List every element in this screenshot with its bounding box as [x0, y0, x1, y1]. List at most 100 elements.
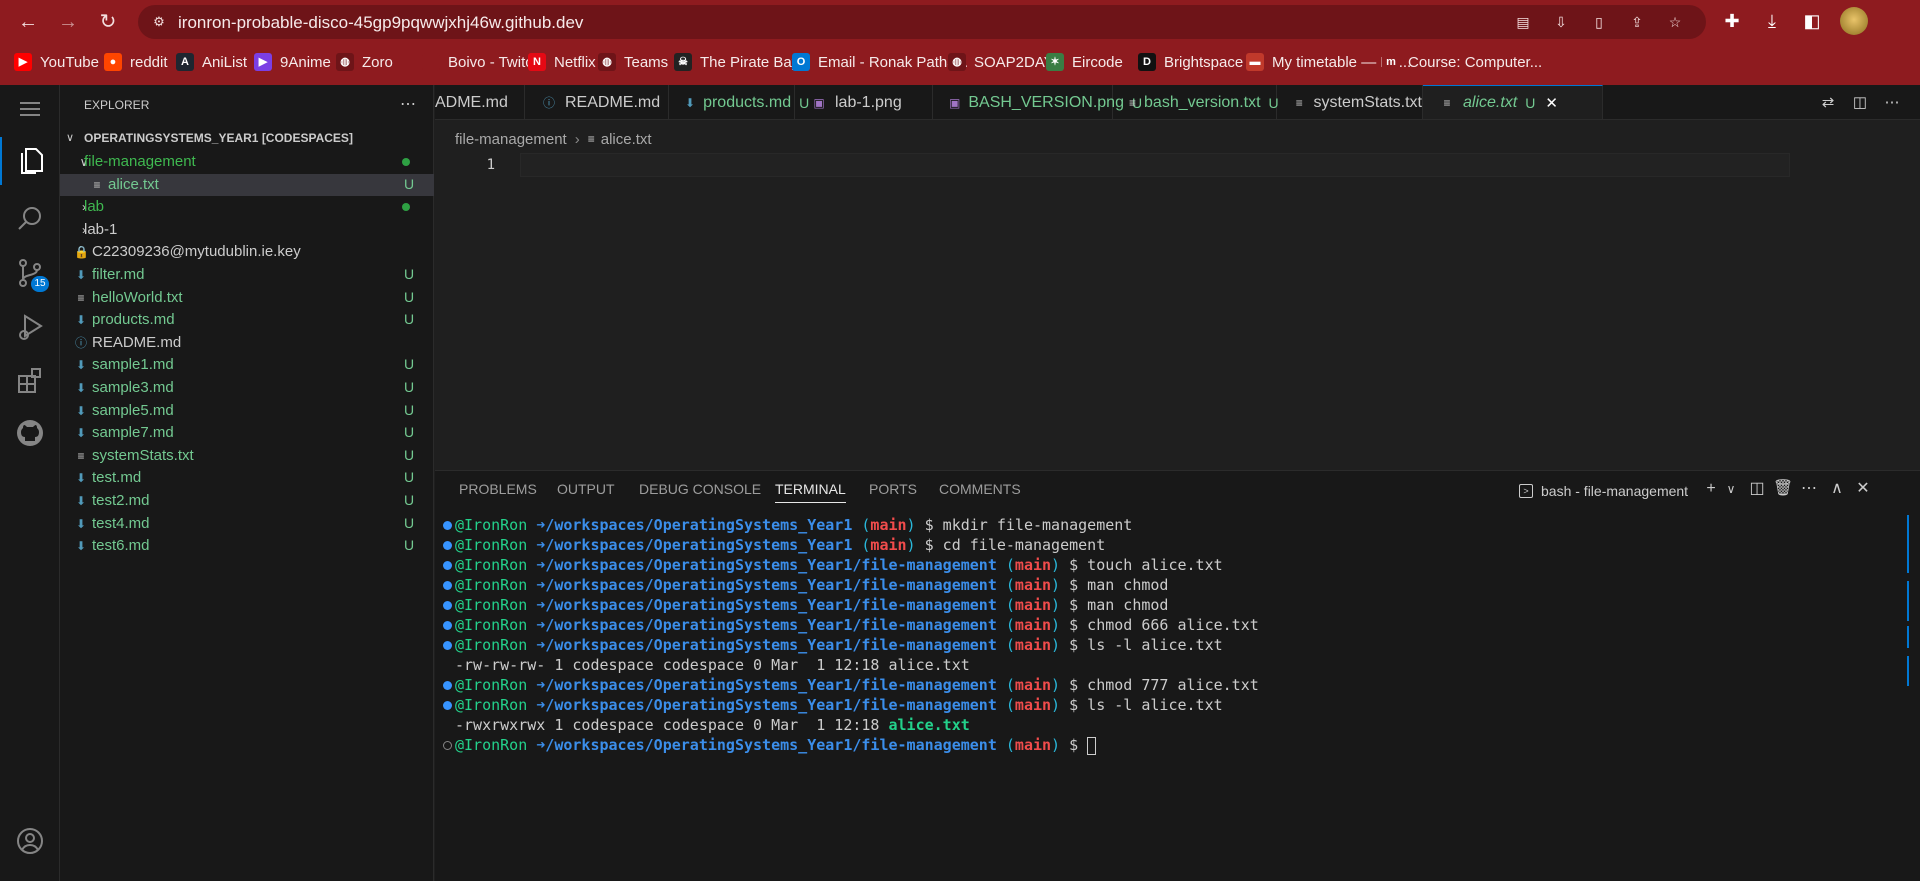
- tree-file[interactable]: ⬇ sample1.md U: [60, 354, 434, 376]
- command-decoration-icon[interactable]: [443, 561, 452, 570]
- tree-file[interactable]: ≡ alice.txt U: [60, 173, 434, 196]
- tree-folder[interactable]: › lab: [60, 196, 434, 218]
- panel-more-icon[interactable]: ⋯: [1797, 477, 1821, 501]
- bookmark-item[interactable]: D Brightspace: [1138, 50, 1243, 74]
- bookmark-star-icon[interactable]: ☆: [1666, 13, 1684, 31]
- github-icon[interactable]: [0, 409, 60, 457]
- breadcrumb-folder[interactable]: file-management: [455, 131, 567, 148]
- page-icon[interactable]: ▯: [1590, 13, 1608, 31]
- tree-file[interactable]: ≡ helloWorld.txt U: [60, 287, 434, 309]
- editor-tab[interactable]: ≡ bash_version.txt U: [1113, 85, 1279, 119]
- command-decoration-icon[interactable]: [443, 741, 452, 750]
- bookmark-item[interactable]: ◍ SOAP2DAY: [948, 50, 1054, 74]
- terminal-command: ls -l alice.txt: [1087, 636, 1223, 654]
- bookmark-label: Brightspace: [1164, 53, 1244, 71]
- command-decoration-icon[interactable]: [443, 601, 452, 610]
- bookmark-item[interactable]: m Course: Computer...: [1382, 50, 1542, 74]
- editor-current-line[interactable]: [520, 153, 1790, 177]
- panel-tab-ports[interactable]: PORTS: [869, 481, 917, 503]
- editor-tab[interactable]: ▣ BASH_VERSION.png U: [933, 85, 1142, 119]
- tree-file[interactable]: ⓘ README.md: [60, 332, 434, 354]
- tree-file[interactable]: ⬇ test2.md U: [60, 490, 434, 512]
- more-actions-icon[interactable]: ⋯: [394, 91, 422, 119]
- editor-tab[interactable]: ≡ systemStats.txt: [1277, 85, 1423, 119]
- editor-tab[interactable]: ▣ lab-1.png: [795, 85, 933, 119]
- search-icon[interactable]: [0, 195, 60, 243]
- extensions-icon[interactable]: [0, 357, 60, 405]
- editor-tab[interactable]: ADME.md: [435, 85, 525, 119]
- bookmark-item[interactable]: Boivo - Twitch: [422, 50, 541, 74]
- extensions-icon[interactable]: ✚: [1720, 9, 1744, 33]
- maximize-panel-icon[interactable]: ∧: [1825, 477, 1849, 501]
- panel-tab-output[interactable]: OUTPUT: [557, 481, 615, 503]
- terminal-output[interactable]: @IronRon ➜/workspaces/OperatingSystems_Y…: [443, 515, 1895, 875]
- tree-file[interactable]: 🔒 C22309236@mytudublin.ie.key: [60, 241, 434, 263]
- bookmark-item[interactable]: ◍ Zoro: [336, 50, 393, 74]
- chevron-down-icon[interactable]: ∨: [1719, 477, 1743, 501]
- source-control-icon[interactable]: 15: [0, 249, 60, 297]
- bookmark-item[interactable]: ▶ YouTube: [14, 50, 99, 74]
- bookmark-item[interactable]: ● reddit: [104, 50, 168, 74]
- command-decoration-icon[interactable]: [443, 621, 452, 630]
- panel-tab-debug-console[interactable]: DEBUG CONSOLE: [639, 481, 761, 503]
- command-decoration-icon[interactable]: [443, 641, 452, 650]
- clipboard-icon[interactable]: ▤: [1514, 13, 1532, 31]
- split-editor-icon[interactable]: ◫: [1849, 92, 1871, 114]
- tree-file[interactable]: ≡ systemStats.txt U: [60, 445, 434, 467]
- command-decoration-icon[interactable]: [443, 681, 452, 690]
- editor-tab[interactable]: ≡ alice.txt U ✕: [1423, 85, 1603, 119]
- install-app-icon[interactable]: ⇩: [1552, 13, 1570, 31]
- tree-folder[interactable]: ∨ file-management: [60, 151, 434, 173]
- editor-more-icon[interactable]: ⋯: [1881, 92, 1903, 114]
- url-text[interactable]: ironron-probable-disco-45gp9pqwwjxhj46w.…: [178, 13, 583, 33]
- tree-file[interactable]: ⬇ test6.md U: [60, 535, 434, 557]
- bookmark-item[interactable]: ◍ Teams: [598, 50, 668, 74]
- side-panel-icon[interactable]: ◧: [1800, 9, 1824, 33]
- panel-tab-problems[interactable]: PROBLEMS: [459, 481, 537, 503]
- breadcrumb-file[interactable]: alice.txt: [601, 131, 652, 148]
- panel-tab-terminal[interactable]: TERMINAL: [775, 481, 846, 503]
- close-icon[interactable]: ✕: [1545, 94, 1558, 112]
- command-decoration-icon[interactable]: [443, 701, 452, 710]
- tree-folder[interactable]: › lab-1: [60, 219, 434, 241]
- terminal-line: @IronRon ➜/workspaces/OperatingSystems_Y…: [443, 535, 1895, 555]
- menu-icon[interactable]: [0, 85, 60, 133]
- accounts-icon[interactable]: [0, 817, 60, 865]
- close-panel-icon[interactable]: ✕: [1851, 477, 1875, 501]
- split-terminal-icon[interactable]: ◫: [1745, 477, 1769, 501]
- back-arrow-icon[interactable]: ←: [14, 8, 42, 36]
- terminal-selector[interactable]: > bash - file-management: [1519, 479, 1688, 503]
- panel-tab-comments[interactable]: COMMENTS: [939, 481, 1021, 503]
- open-changes-icon[interactable]: ⇄: [1817, 92, 1839, 114]
- run-debug-icon[interactable]: [0, 303, 60, 351]
- site-info-icon[interactable]: ⚙: [150, 13, 168, 31]
- tree-file[interactable]: ⬇ test.md U: [60, 467, 434, 489]
- bookmark-item[interactable]: O Email - Ronak Patha...: [792, 50, 968, 74]
- bookmark-item[interactable]: ☠ The Pirate Bay: [674, 50, 799, 74]
- tree-file[interactable]: ⬇ sample7.md U: [60, 422, 434, 444]
- tree-file[interactable]: ⬇ test4.md U: [60, 513, 434, 535]
- command-decoration-icon[interactable]: [443, 541, 452, 550]
- editor-tab[interactable]: ⬇ products.md U: [669, 85, 809, 119]
- share-icon[interactable]: ⇪: [1628, 13, 1646, 31]
- bookmark-item[interactable]: ▶ 9Anime: [254, 50, 331, 74]
- address-bar[interactable]: ⚙ ironron-probable-disco-45gp9pqwwjxhj46…: [138, 5, 1706, 39]
- command-decoration-icon[interactable]: [443, 581, 452, 590]
- reload-icon[interactable]: ↻: [94, 8, 122, 36]
- tree-file[interactable]: ⬇ products.md U: [60, 309, 434, 331]
- untracked-badge: U: [1525, 95, 1536, 111]
- tree-file[interactable]: ⬇ sample3.md U: [60, 377, 434, 399]
- bookmark-item[interactable]: A AniList: [176, 50, 247, 74]
- trash-icon[interactable]: 🗑: [1771, 477, 1795, 501]
- tree-file[interactable]: ⬇ filter.md U: [60, 264, 434, 286]
- bookmark-item[interactable]: N Netflix: [528, 50, 596, 74]
- bookmark-item[interactable]: ✶ Eircode: [1046, 50, 1123, 74]
- command-decoration-icon[interactable]: [443, 521, 452, 530]
- forward-arrow-icon[interactable]: →: [54, 8, 82, 36]
- workspace-section-header[interactable]: ∨ OPERATINGSYSTEMS_YEAR1 [CODESPACES]: [60, 127, 434, 149]
- downloads-icon[interactable]: ⤓: [1760, 9, 1784, 33]
- tree-file[interactable]: ⬇ sample5.md U: [60, 400, 434, 422]
- editor-tab[interactable]: ⓘ README.md: [525, 85, 669, 119]
- explorer-files-icon[interactable]: [0, 137, 60, 185]
- profile-avatar[interactable]: [1840, 7, 1868, 35]
